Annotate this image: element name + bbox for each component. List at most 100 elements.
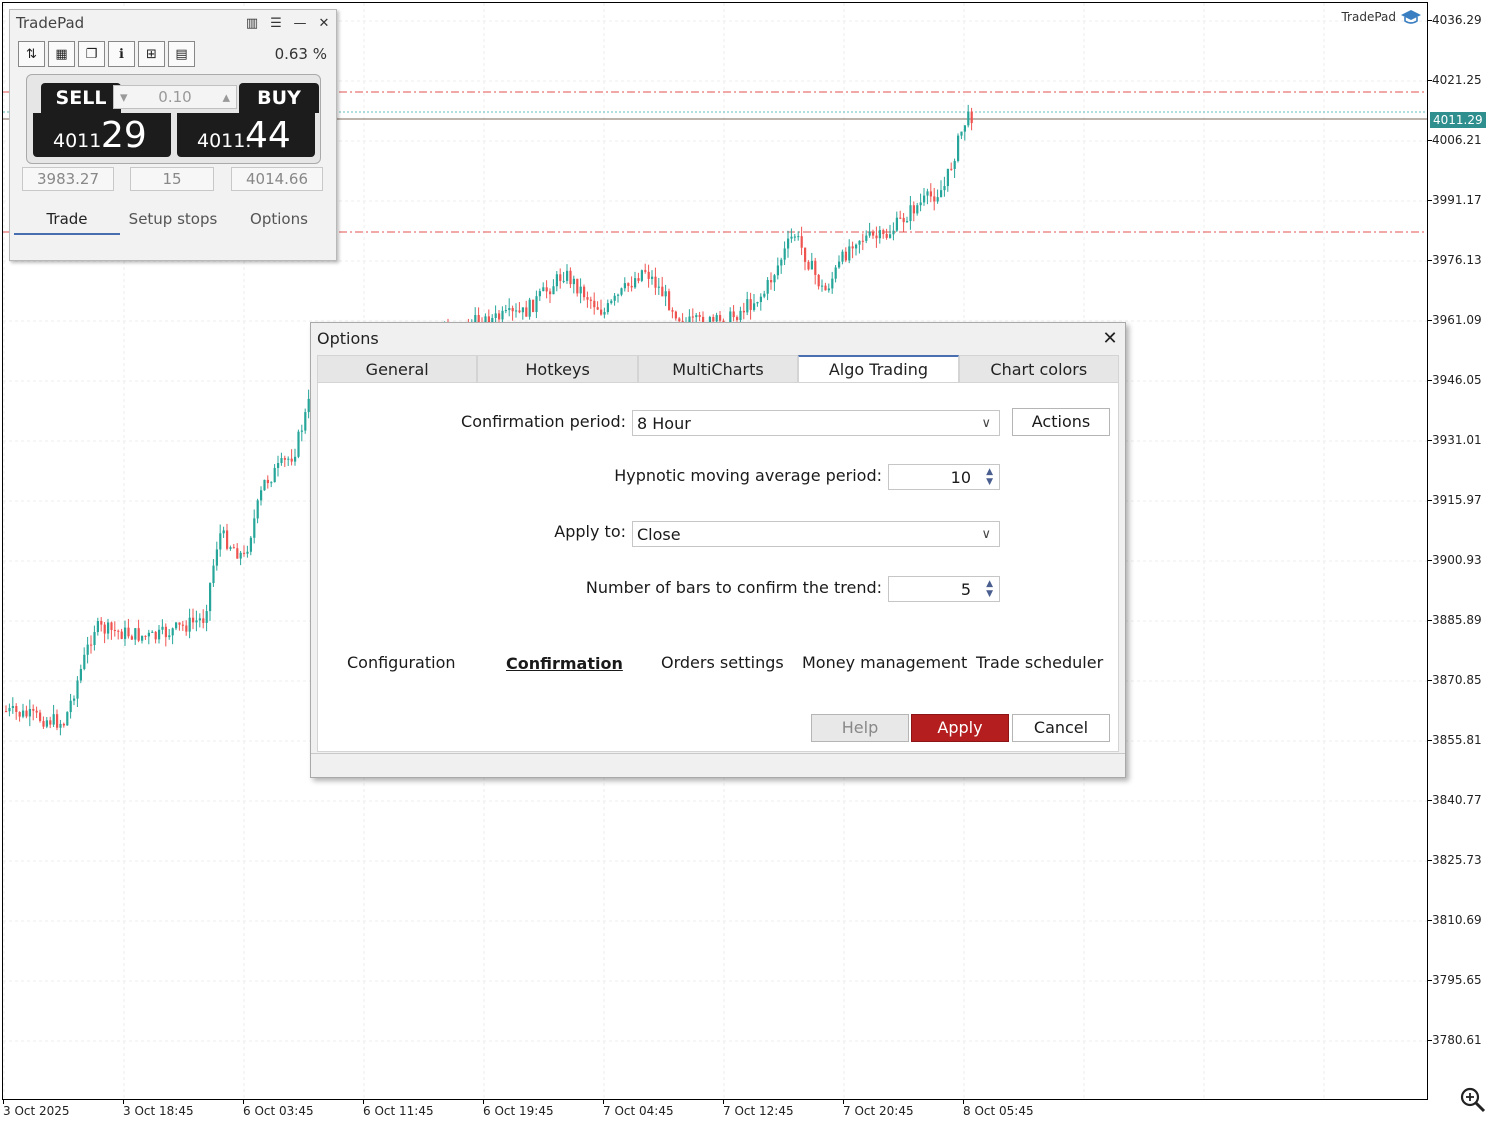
- sell-button[interactable]: SELL: [41, 83, 121, 113]
- time-axis-label: 3 Oct 18:45: [123, 1104, 194, 1118]
- candle-body: [535, 296, 538, 312]
- candle-body: [736, 317, 739, 320]
- tab-chart-colors[interactable]: Chart colors: [958, 355, 1120, 383]
- tab-trade[interactable]: Trade: [14, 205, 120, 235]
- cancel-button[interactable]: Cancel: [1012, 714, 1110, 742]
- candle-body: [715, 315, 718, 322]
- stop-loss-field[interactable]: 3983.27: [22, 167, 114, 191]
- candle-body: [202, 618, 205, 623]
- candle-body: [613, 295, 616, 301]
- candle-body: [266, 479, 269, 484]
- sort-icon[interactable]: ⇅: [18, 41, 45, 67]
- take-profit-field[interactable]: 4014.66: [231, 167, 323, 191]
- candle-body: [270, 482, 273, 484]
- candle-body: [256, 500, 259, 519]
- bar-chart-icon[interactable]: ▥: [240, 16, 264, 31]
- candle-body: [69, 700, 72, 713]
- candle-body: [263, 479, 266, 491]
- candle-body: [691, 316, 694, 318]
- candle-body: [872, 231, 875, 236]
- minimize-icon[interactable]: —: [288, 16, 312, 31]
- stepper-arrows-icon[interactable]: ▲ ▼: [986, 579, 993, 599]
- confirmation-period-select[interactable]: 8 Hour ∨: [632, 410, 1000, 436]
- stepper-arrows-icon[interactable]: ▲ ▼: [986, 467, 993, 487]
- candle-body: [42, 720, 45, 727]
- candle-body: [926, 191, 929, 196]
- tradepad-panel[interactable]: TradePad ▥ ☰ — ✕ ⇅ ▦ ❐ ℹ ⊞ ▤ 0.63 % SELL…: [9, 9, 337, 261]
- tab-hotkeys[interactable]: Hotkeys: [477, 355, 638, 383]
- candle-body: [572, 278, 575, 285]
- grid-icon[interactable]: ▦: [48, 41, 75, 67]
- subtab-configuration[interactable]: Configuration: [347, 653, 456, 672]
- candle-body: [807, 261, 810, 270]
- chevron-down-icon[interactable]: ∨: [981, 522, 991, 548]
- candle-body: [739, 310, 742, 320]
- tab-options[interactable]: Options: [226, 205, 332, 235]
- options-dialog[interactable]: Options ✕ General Hotkeys MultiCharts Al…: [310, 322, 1126, 778]
- candle-body: [644, 270, 647, 272]
- info-icon[interactable]: ℹ: [108, 41, 135, 67]
- lot-stepper[interactable]: ▾ 0.10 ▴: [113, 85, 237, 109]
- candle-body: [674, 311, 677, 319]
- candle-body: [640, 270, 643, 281]
- price-axis-label: 4036.29: [1432, 13, 1482, 27]
- actions-button[interactable]: Actions: [1012, 408, 1110, 436]
- buy-button[interactable]: BUY: [239, 83, 319, 113]
- candle-body: [821, 285, 824, 287]
- options-tabs: General Hotkeys MultiCharts Algo Trading…: [317, 355, 1120, 383]
- options-titlebar[interactable]: Options ✕: [311, 323, 1125, 353]
- subtab-trade-scheduler[interactable]: Trade scheduler: [976, 653, 1103, 672]
- chevron-down-icon[interactable]: ∨: [981, 411, 991, 437]
- help-button[interactable]: Help: [811, 714, 909, 742]
- windows-icon[interactable]: ❐: [78, 41, 105, 67]
- time-axis-label: 6 Oct 03:45: [243, 1104, 314, 1118]
- chevron-down-icon[interactable]: ▾: [120, 88, 128, 106]
- list-icon[interactable]: ☰: [264, 16, 288, 31]
- table-icon[interactable]: ▤: [168, 41, 195, 67]
- candle-body: [824, 285, 827, 291]
- close-icon[interactable]: ✕: [1095, 328, 1125, 349]
- tab-algo-trading[interactable]: Algo Trading: [798, 355, 959, 383]
- candle-body: [889, 234, 892, 238]
- time-axis-label: 8 Oct 05:45: [963, 1104, 1034, 1118]
- candle-body: [518, 310, 521, 313]
- candle-body: [103, 624, 106, 634]
- candle-body: [848, 246, 851, 261]
- subtab-money-management[interactable]: Money management: [802, 653, 967, 672]
- bars-confirm-stepper[interactable]: 5 ▲ ▼: [888, 576, 1000, 602]
- points-field[interactable]: 15: [130, 167, 214, 191]
- apply-to-select[interactable]: Close ∨: [632, 521, 1000, 547]
- options-title: Options: [317, 328, 379, 348]
- chevron-up-icon[interactable]: ▴: [222, 88, 230, 106]
- time-axis-label: 6 Oct 19:45: [483, 1104, 554, 1118]
- hma-period-stepper[interactable]: 10 ▲ ▼: [888, 464, 1000, 490]
- candle-body: [566, 270, 569, 281]
- tab-general[interactable]: General: [317, 355, 478, 383]
- apply-button[interactable]: Apply: [911, 714, 1009, 742]
- buy-price-box[interactable]: 4011. 44: [177, 113, 315, 157]
- candle-body: [188, 617, 191, 632]
- subtab-orders-settings[interactable]: Orders settings: [661, 653, 784, 672]
- tradepad-title: TradePad: [16, 14, 85, 32]
- candle-body: [586, 297, 589, 300]
- price-axis-label: 3870.85: [1432, 673, 1482, 687]
- confirmation-period-label: Confirmation period:: [461, 412, 626, 431]
- options-statusbar: [311, 753, 1125, 777]
- tradepad-titlebar[interactable]: TradePad ▥ ☰ — ✕: [10, 10, 336, 36]
- candle-body: [161, 626, 164, 630]
- candle-body: [232, 547, 235, 549]
- candle-body: [817, 274, 820, 287]
- current-price-label: 4011.29: [1430, 112, 1486, 128]
- split-icon[interactable]: ⊞: [138, 41, 165, 67]
- close-icon[interactable]: ✕: [312, 16, 336, 31]
- tab-multicharts[interactable]: MultiCharts: [637, 355, 799, 383]
- subtab-confirmation[interactable]: Confirmation: [506, 654, 623, 673]
- zoom-icon[interactable]: [1458, 1085, 1488, 1115]
- sell-price-box[interactable]: 4011. 29: [33, 113, 171, 157]
- candle-body: [542, 287, 545, 292]
- tab-setup-stops[interactable]: Setup stops: [120, 205, 226, 235]
- candle-body: [273, 467, 276, 483]
- candle-body: [181, 624, 184, 626]
- price-axis-label: 3900.93: [1432, 553, 1482, 567]
- candle-body: [280, 458, 283, 464]
